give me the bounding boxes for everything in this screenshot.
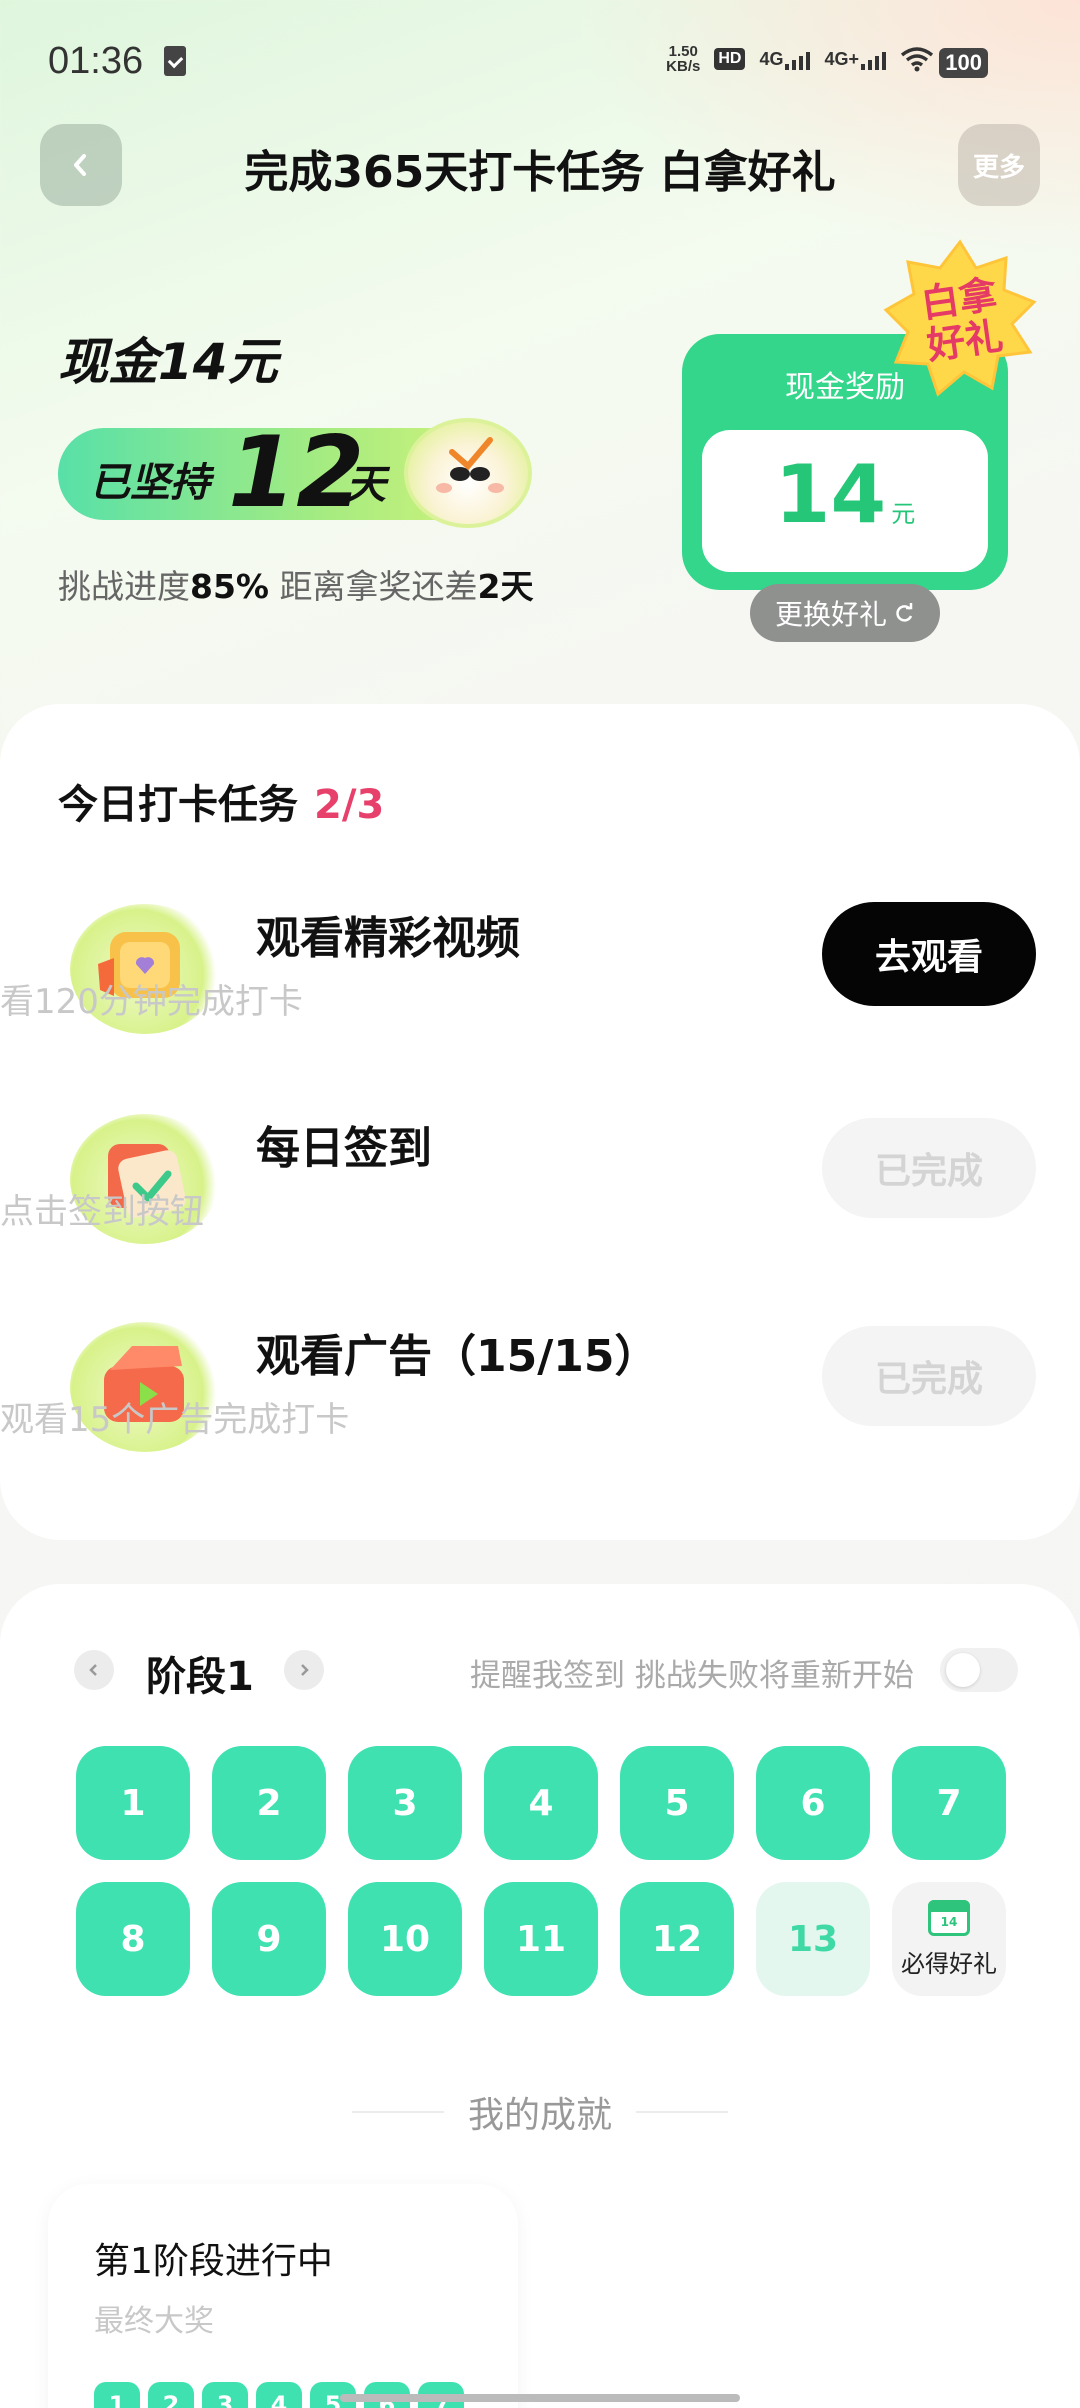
task-title-ads: 观看广告（15/15） (256, 1331, 659, 1382)
network-speed-value: 1.50 (668, 43, 698, 60)
task-subtitle-ads: 观看15个广告完成打卡 (0, 1400, 350, 1440)
task-row-checkin: 每日签到 点击签到按钮 已完成 (0, 1100, 1080, 1250)
stage-title: 阶段1 (146, 1654, 254, 1700)
signal-2-label: 4G+ (824, 48, 859, 69)
phase-title: 第1阶段进行中 (94, 2241, 333, 2282)
day-cell-3[interactable]: 3 (348, 1746, 462, 1860)
remind-text: 提醒我签到 挑战失败将重新开始 (470, 1658, 914, 1694)
status-time: 01:36 (48, 40, 144, 82)
task-row-video: 观看精彩视频 看120分钟完成打卡 去观看 (0, 890, 1080, 1040)
gift-label: 必得好礼 (901, 1949, 997, 1978)
home-indicator[interactable] (340, 2394, 740, 2402)
phase-card[interactable]: 第1阶段进行中 最终大奖 1 2 3 4 5 6 7 (48, 2184, 518, 2408)
stage-card: 阶段1 提醒我签到 挑战失败将重新开始 1 2 3 4 5 6 7 8 9 10… (0, 1584, 1080, 2408)
day-cell-1[interactable]: 1 (76, 1746, 190, 1860)
change-gift-button[interactable]: 更换好礼 (750, 584, 940, 642)
divider-line-left (351, 2111, 444, 2113)
task-row-ads: 观看广告（15/15） 观看15个广告完成打卡 已完成 (0, 1308, 1080, 1458)
gift-calendar-icon: 14 (928, 1899, 970, 1936)
refresh-icon (896, 603, 913, 622)
task-subtitle-checkin: 点击签到按钮 (0, 1192, 204, 1232)
task-subtitle-video: 看120分钟完成打卡 (0, 982, 303, 1022)
chevron-right-icon (301, 1664, 309, 1676)
day-cell-7[interactable]: 7 (892, 1746, 1006, 1860)
remind-toggle[interactable] (940, 1648, 1018, 1692)
progress-label-2: 距离拿奖还差 (269, 567, 478, 606)
reward-inner: 14 元 (702, 430, 988, 572)
change-gift-label: 更换好礼 (774, 598, 887, 631)
phase-dot: 3 (202, 2382, 248, 2408)
task-card: 今日打卡任务 2/3 观看精彩视频 看120分钟完成打卡 去观看 每日签到 点击签… (0, 704, 1080, 1540)
signal-2-bars-icon (861, 50, 886, 70)
more-button[interactable]: 更多 (958, 124, 1040, 206)
reward-amount-value: 14 (774, 448, 887, 541)
progress-label-1: 挑战进度 (58, 567, 190, 606)
cash-title: 现金14元 (58, 333, 278, 391)
day-cell-6[interactable]: 6 (756, 1746, 870, 1860)
reward-amount: 14 元 (702, 448, 988, 541)
gift-day-cell[interactable]: 14 必得好礼 (892, 1882, 1006, 1996)
wifi-icon (900, 47, 934, 72)
phase-dot: 2 (148, 2382, 194, 2408)
hd-badge: HD (714, 48, 746, 70)
day-cell-13-current[interactable]: 13 (756, 1882, 870, 1996)
divider-line-right (636, 2111, 728, 2113)
remaining-days: 2天 (477, 567, 534, 606)
day-cell-10[interactable]: 10 (348, 1882, 462, 1996)
badge-text: 白拿 好礼 (903, 271, 1022, 369)
achievements-divider: 我的成就 (0, 2086, 1080, 2138)
task-title-checkin: 每日签到 (256, 1123, 432, 1174)
network-speed: 1.50 KB/s (666, 44, 700, 74)
ads-done-button[interactable]: 已完成 (822, 1326, 1036, 1426)
signal-1-bars-icon (785, 50, 811, 70)
day-cell-9[interactable]: 9 (212, 1882, 326, 1996)
mascot-face-icon (436, 437, 504, 493)
day-cell-11[interactable]: 11 (484, 1882, 598, 1996)
task-count: 2/3 (314, 782, 385, 828)
stage-prev-button[interactable] (74, 1650, 114, 1690)
day-cell-2[interactable]: 2 (212, 1746, 326, 1860)
chevron-left-icon (89, 1664, 97, 1676)
reward-amount-unit: 元 (891, 500, 916, 528)
phase-dot: 1 (94, 2382, 140, 2408)
status-indicators: 1.50 KB/s HD 4G 4G+ (666, 44, 934, 74)
progress-percent: 85% (190, 567, 269, 606)
sim-card-icon (164, 46, 186, 76)
signal-1-label: 4G (759, 48, 784, 69)
streak-prefix: 已坚持 (90, 460, 210, 506)
network-speed-unit: KB/s (666, 58, 701, 75)
day-cell-12[interactable]: 12 (620, 1882, 734, 1996)
mascot-icon (404, 418, 532, 528)
status-bar: 01:36 1.50 KB/s HD 4G 4G+ 100 (0, 0, 1080, 128)
signal-2: 4G+ (824, 49, 886, 70)
checkin-done-button[interactable]: 已完成 (822, 1118, 1036, 1218)
streak-days: 12 (228, 416, 365, 530)
day-cell-4[interactable]: 4 (484, 1746, 598, 1860)
task-header: 今日打卡任务 2/3 (58, 772, 384, 830)
stage-next-button[interactable] (284, 1650, 324, 1690)
progress-line: 挑战进度85% 距离拿奖还差2天 (58, 560, 533, 608)
signal-1: 4G (759, 48, 811, 70)
go-watch-button[interactable]: 去观看 (822, 902, 1036, 1006)
day-cell-5[interactable]: 5 (620, 1746, 734, 1860)
achievements-title: 我的成就 (467, 2095, 612, 2136)
task-title-video: 观看精彩视频 (256, 913, 520, 964)
task-header-title: 今日打卡任务 (58, 782, 298, 828)
day-grid: 1 2 3 4 5 6 7 8 9 10 11 12 13 14 必得好礼 (76, 1746, 1006, 1996)
gift-calendar-day: 14 (940, 1914, 958, 1929)
page-title: 完成365天打卡任务 白拿好礼 (244, 147, 836, 198)
phase-dot: 4 (256, 2382, 302, 2408)
day-cell-8[interactable]: 8 (76, 1882, 190, 1996)
streak-suffix: 天 (346, 462, 386, 508)
battery-icon: 100 (939, 48, 988, 78)
phase-subtitle: 最终大奖 (94, 2304, 214, 2339)
